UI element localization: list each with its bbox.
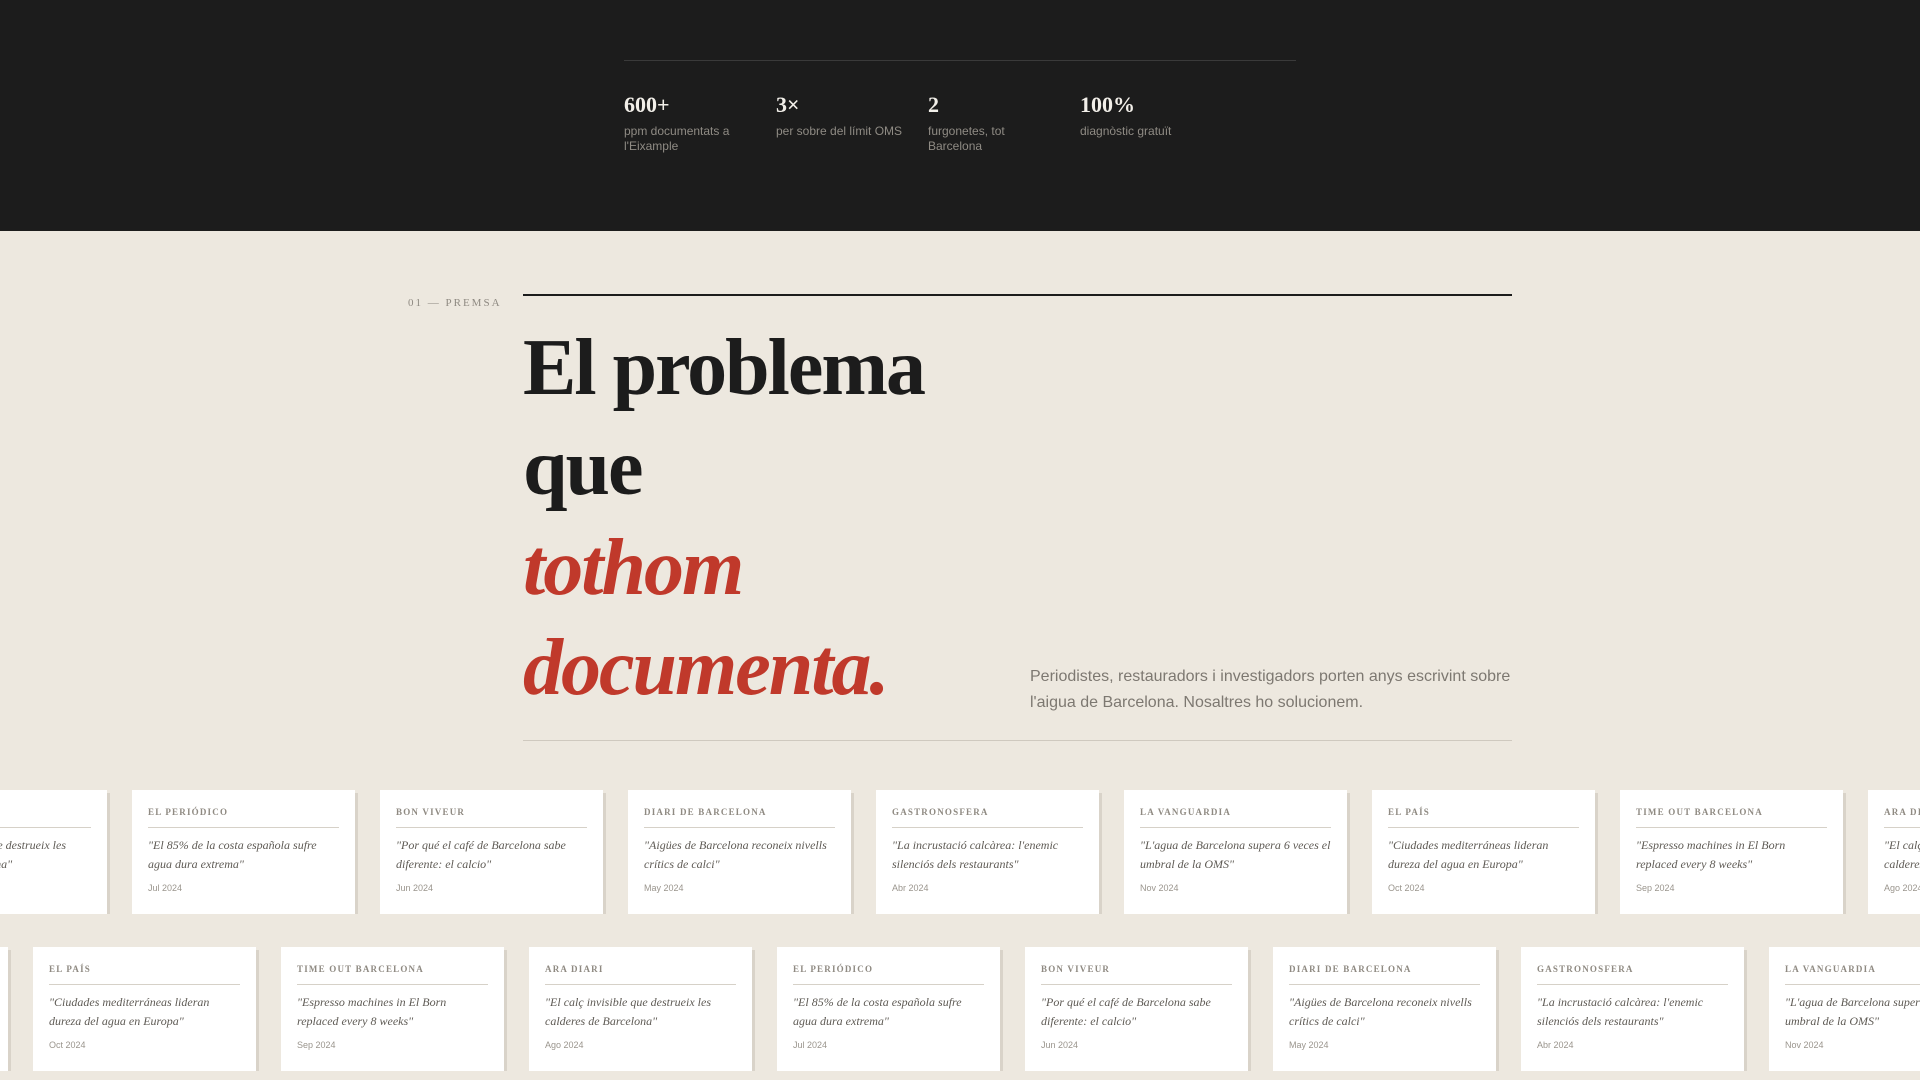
- press-card-source: LA VANGUARDIA: [1140, 807, 1331, 828]
- section-eyebrow: 01 — PREMSA: [408, 297, 502, 309]
- press-card-source: ARA DIARI: [0, 807, 91, 828]
- press-card-source: BON VIVEUR: [1041, 964, 1232, 985]
- press-card: BON VIVEUR "Por qué el café de Barcelona …: [380, 790, 603, 914]
- press-card-date: Jun 2024: [396, 883, 434, 893]
- press-card: EL PAÍS "Ciudades mediterráneas lideran d…: [33, 947, 256, 1071]
- press-card-date: Sep 2024: [297, 1040, 336, 1050]
- press-card-quote: "El calç invisible que destrueix les cal…: [1884, 838, 1920, 871]
- press-card-quote: "El 85% de la costa española sufre agua …: [793, 995, 962, 1028]
- press-card-source: ARA DIARI: [545, 964, 736, 985]
- press-card-date: Ago 2024: [545, 1040, 584, 1050]
- press-card-source: DIARI DE BARCELONA: [1289, 964, 1480, 985]
- press-card-quote: "La incrustació calcàrea: l'enemic silen…: [892, 838, 1059, 871]
- headline-line: El problema: [523, 324, 926, 412]
- press-card-date: Abr 2024: [892, 883, 929, 893]
- press-card-quote: "Espresso machines in El Born replaced e…: [1636, 838, 1786, 871]
- headline-accent: documenta.: [523, 624, 889, 712]
- press-card-quote: "Aigües de Barcelona reconeix nivells cr…: [1289, 995, 1472, 1028]
- press-card: LA VANGUARDIA "L'agua de Barcelona supera…: [1769, 947, 1920, 1071]
- press-card-source: EL PERIÓDICO: [793, 964, 984, 985]
- press-card-source: TIME OUT BARCELONA: [1636, 807, 1827, 828]
- press-card: ARA DIARI "El calç invisible que destruei…: [1868, 790, 1920, 914]
- press-card: BON VIVEUR "Por qué el café de Barcelona …: [1025, 947, 1248, 1071]
- press-card-quote: "L'agua de Barcelona supera 6 veces el u…: [1140, 838, 1331, 871]
- section-top-rule: [523, 294, 1512, 296]
- press-card-date: Abr 2024: [1537, 1040, 1574, 1050]
- press-card-date: May 2024: [1289, 1040, 1329, 1050]
- press-card-quote: "L'agua de Barcelona supera 6 veces el u…: [1785, 995, 1920, 1028]
- press-card-quote: "Ciudades mediterráneas lideran dureza d…: [1388, 838, 1549, 871]
- press-card-date: Oct 2024: [1388, 883, 1425, 893]
- stat-value: 2: [928, 92, 939, 117]
- press-card-source: ARA DIARI: [1884, 807, 1920, 828]
- press-card-source: EL PAÍS: [1388, 807, 1579, 828]
- stat-vans: 2 furgonetes, tot Barcelona: [928, 92, 1058, 154]
- press-card: DIARI DE BARCELONA "Aigües de Barcelona r…: [1273, 947, 1496, 1071]
- stat-value: 600+: [624, 92, 670, 117]
- stat-diagnostic: 100% diagnòstic gratuït: [1080, 92, 1210, 139]
- press-card-quote: "El calç invisible que destrueix les cal…: [0, 838, 66, 871]
- press-card: LA VANGUARDIA "L'agua de Barcelona supera…: [1124, 790, 1347, 914]
- press-card-source: EL PAÍS: [49, 964, 240, 985]
- press-card-date: Oct 2024: [49, 1040, 86, 1050]
- press-card: GASTRONOSFERA "La incrustació calcàrea: l…: [876, 790, 1099, 914]
- press-card: LA VANGUARDIA"L'agua de Barcelona supera…: [0, 947, 8, 1071]
- press-card-quote: "Ciudades mediterráneas lideran dureza d…: [49, 995, 210, 1028]
- stat-label: diagnòstic gratuït: [1080, 124, 1172, 138]
- press-card-date: May 2024: [644, 883, 684, 893]
- press-card-quote: "Espresso machines in El Born replaced e…: [297, 995, 447, 1028]
- press-card: EL PAÍS "Ciudades mediterráneas lideran d…: [1372, 790, 1595, 914]
- press-card: DIARI DE BARCELONA "Aigües de Barcelona r…: [628, 790, 851, 914]
- press-card-date: Jun 2024: [1041, 1040, 1079, 1050]
- headline-line: que: [523, 424, 644, 512]
- stat-label: furgonetes, tot Barcelona: [928, 124, 1005, 153]
- press-card-source: GASTRONOSFERA: [1537, 964, 1728, 985]
- stat-value: 100%: [1080, 92, 1135, 117]
- stat-value: 3×: [776, 92, 800, 117]
- stats-divider: [624, 60, 1296, 61]
- headline-accent: tothom: [523, 524, 744, 612]
- press-card-date: Jul 2024: [793, 1040, 828, 1050]
- press-card-source: LA VANGUARDIA: [1785, 964, 1920, 985]
- section-intro: Periodistes, restauradors i investigador…: [1030, 668, 1511, 711]
- press-card-quote: "Por qué el café de Barcelona sabe difer…: [1041, 995, 1211, 1028]
- section-bottom-rule: [523, 740, 1512, 741]
- stat-label: per sobre del límit OMS: [776, 124, 903, 138]
- press-card: TIME OUT BARCELONA "Espresso machines in …: [281, 947, 504, 1071]
- press-card-source: DIARI DE BARCELONA: [644, 807, 835, 828]
- press-card-quote: "El 85% de la costa española sufre agua …: [148, 838, 317, 871]
- stat-label: ppm documentats a l'Eixample: [624, 124, 730, 153]
- press-card: ARA DIARI "El calç invisible que destruei…: [529, 947, 752, 1071]
- press-card-source: BON VIVEUR: [396, 807, 587, 828]
- press-card-date: Ago 2024: [0, 883, 91, 893]
- press-card-quote: "El calç invisible que destrueix les cal…: [545, 995, 711, 1028]
- press-card-date: Sep 2024: [1636, 883, 1675, 893]
- press-card: ARA DIARI "El calç invisible que destruei…: [0, 790, 107, 914]
- press-marquee-row-1: ARA DIARI "El calç invisible que destruei…: [0, 790, 1920, 914]
- press-card-quote: "La incrustació calcàrea: l'enemic silen…: [1537, 995, 1704, 1028]
- press-card-source: GASTRONOSFERA: [892, 807, 1083, 828]
- press-card-quote: "Aigües de Barcelona reconeix nivells cr…: [644, 838, 827, 871]
- press-marquee-row-2: LA VANGUARDIA "L'agua de Barcelona supera…: [0, 947, 1920, 1071]
- press-card-quote: "Por qué el café de Barcelona sabe difer…: [396, 838, 566, 871]
- stat-ppm: 600+ ppm documentats a l'Eixample: [624, 92, 754, 154]
- press-card-date: Nov 2024: [1785, 1040, 1824, 1050]
- stat-oms: 3× per sobre del límit OMS: [776, 92, 906, 139]
- press-card: GASTRONOSFERA "La incrustació calcàrea: l…: [1521, 947, 1744, 1071]
- press-card-date: Nov 2024: [1140, 883, 1179, 893]
- section-headline: El problema que tothom documenta.: [523, 318, 926, 718]
- press-card-date: Ago 2024: [1884, 883, 1920, 893]
- press-card: EL PERIÓDICO "El 85% de la costa española…: [132, 790, 355, 914]
- press-card-source: EL PERIÓDICO: [148, 807, 339, 828]
- press-card-date: Jul 2024: [148, 883, 183, 893]
- press-card: TIME OUT BARCELONA "Espresso machines in …: [1620, 790, 1843, 914]
- press-card: EL PERIÓDICO "El 85% de la costa española…: [777, 947, 1000, 1071]
- press-card-source: TIME OUT BARCELONA: [297, 964, 488, 985]
